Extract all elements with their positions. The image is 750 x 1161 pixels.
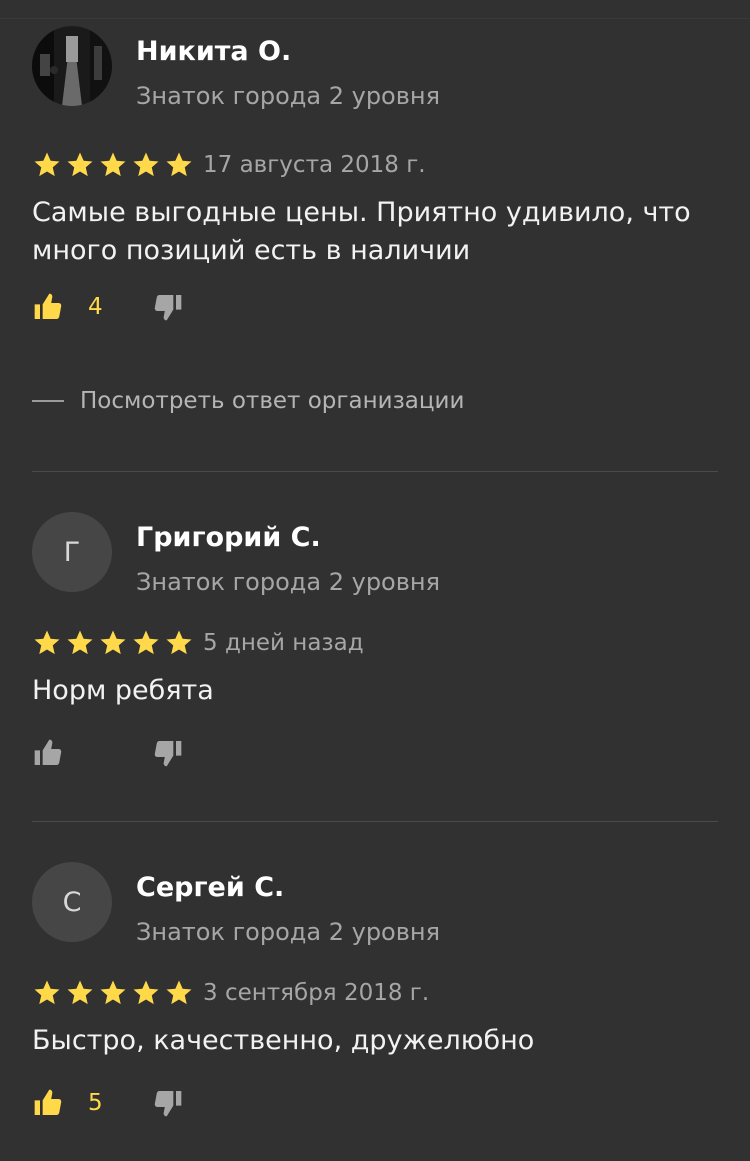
review-actions xyxy=(32,736,184,770)
star-icon xyxy=(100,152,126,177)
thumbs-down-icon xyxy=(154,1091,182,1117)
author-name[interactable]: Григорий С. xyxy=(136,522,321,553)
review-date: 5 дней назад xyxy=(203,630,364,656)
thumbs-down-icon xyxy=(154,741,182,767)
star-icon xyxy=(100,630,126,655)
dislike-button[interactable] xyxy=(152,737,184,769)
avatar[interactable] xyxy=(32,26,112,106)
review-actions: 5 xyxy=(32,1086,184,1120)
star-rating xyxy=(32,978,197,1008)
like-button[interactable]: 4 xyxy=(32,291,152,323)
avatar[interactable]: С xyxy=(32,862,112,942)
star-icon xyxy=(133,980,159,1005)
star-rating xyxy=(32,150,197,180)
thumbs-up-icon xyxy=(34,1089,62,1115)
author-name[interactable]: Сергей С. xyxy=(136,872,284,903)
like-button[interactable] xyxy=(32,737,152,769)
author-level: Знаток города 2 уровня xyxy=(136,918,441,946)
view-org-reply-link[interactable]: Посмотреть ответ организации xyxy=(32,384,464,418)
review-card: С Сергей С. Знаток города 2 уровня 3 сен… xyxy=(0,862,750,1152)
star-icon xyxy=(133,152,159,177)
author-name[interactable]: Никита О. xyxy=(136,36,291,67)
avatar[interactable]: Г xyxy=(32,512,112,592)
star-icon xyxy=(34,152,60,177)
like-button[interactable]: 5 xyxy=(32,1087,152,1119)
star-icon xyxy=(133,630,159,655)
review-date: 3 сентября 2018 г. xyxy=(203,980,430,1006)
star-icon xyxy=(100,980,126,1005)
dislike-button[interactable] xyxy=(152,1087,184,1119)
avatar-photo xyxy=(32,26,112,106)
author-level: Знаток города 2 уровня xyxy=(136,568,441,596)
star-rating xyxy=(32,628,197,658)
star-icon xyxy=(67,980,93,1005)
thumbs-down-icon xyxy=(154,295,182,321)
star-icon xyxy=(34,980,60,1005)
like-count: 4 xyxy=(88,294,103,320)
rating-row: 3 сентября 2018 г. xyxy=(32,978,429,1008)
star-icon xyxy=(166,152,192,177)
review-divider xyxy=(32,821,718,822)
review-date: 17 августа 2018 г. xyxy=(203,152,426,178)
author-level: Знаток города 2 уровня xyxy=(136,82,441,110)
star-icon xyxy=(67,630,93,655)
review-text: Норм ребята xyxy=(32,675,214,706)
review-actions: 4 xyxy=(32,290,184,324)
review-card: Никита О. Знаток города 2 уровня 17 авгу… xyxy=(0,26,750,472)
review-divider xyxy=(32,471,718,472)
star-icon xyxy=(166,630,192,655)
top-separator xyxy=(0,18,750,19)
dislike-button[interactable] xyxy=(152,291,184,323)
thumbs-up-icon xyxy=(34,739,62,765)
review-text: Самые выгодные цены. Приятно удивило, чт… xyxy=(32,197,691,266)
reply-link-label: Посмотреть ответ организации xyxy=(80,388,465,414)
like-count: 5 xyxy=(88,1090,103,1116)
thumbs-up-icon xyxy=(34,293,62,319)
rating-row: 5 дней назад xyxy=(32,628,364,658)
star-icon xyxy=(166,980,192,1005)
review-card: Г Григорий С. Знаток города 2 уровня 5 д… xyxy=(0,512,750,812)
rating-row: 17 августа 2018 г. xyxy=(32,150,426,180)
review-text: Быстро, качественно, дружелюбно xyxy=(32,1025,535,1056)
star-icon xyxy=(67,152,93,177)
star-icon xyxy=(34,630,60,655)
reply-dash xyxy=(32,400,64,402)
